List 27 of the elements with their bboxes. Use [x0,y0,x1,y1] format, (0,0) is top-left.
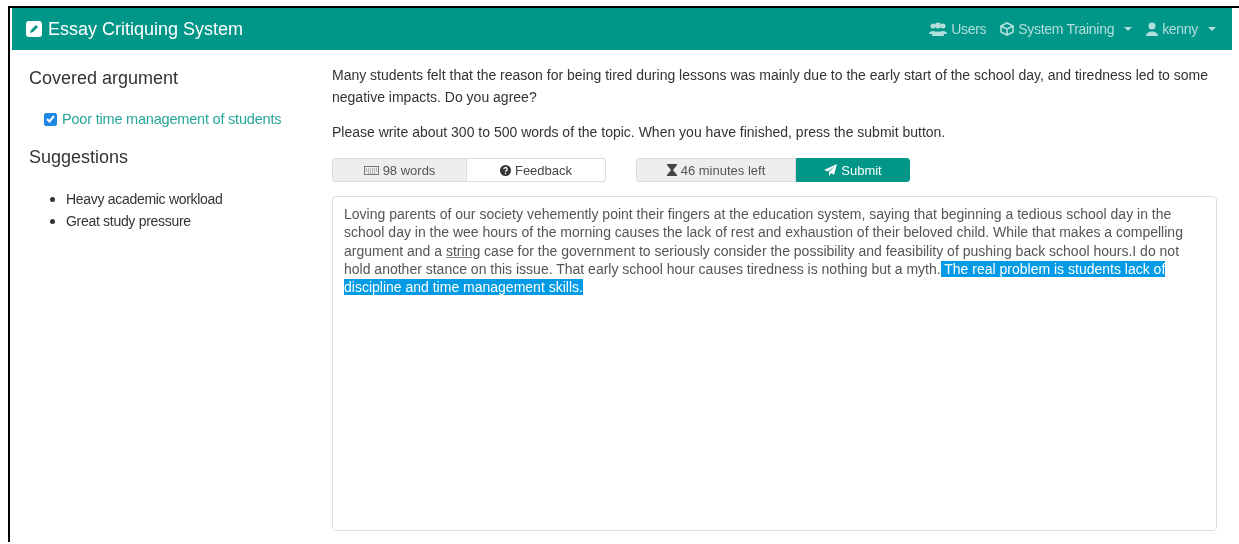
bullet-icon [50,196,55,202]
nav-link[interactable]: Users [929,21,987,37]
checkbox[interactable] [44,112,57,126]
question-icon [499,164,511,176]
nav-link[interactable]: kenny [1146,21,1216,37]
app-title[interactable]: Essay Critiquing System [48,18,244,40]
section-heading: Suggestions [29,147,130,168]
time-left: 46 minutes left [636,158,796,182]
users-icon [929,22,948,36]
edit-icon [26,21,42,37]
word-count: 98 words [332,158,467,182]
argument-label: Poor time management of students [62,111,282,127]
send-icon [824,164,838,176]
hourglass-icon [666,164,677,176]
suggestion-item: Great study pressure [66,212,191,231]
bullet-icon [50,218,55,224]
essay-question: Many students felt that the reason for being tired during lessons was mainly due to the early start of the school day, and tiredness led to some negative impacts. Do you agree? [332,66,1209,107]
feedback-button[interactable]: Feedback [467,158,606,182]
keyboard-icon [363,165,379,175]
section-heading: Covered argument [29,68,180,89]
user-icon [1146,22,1159,36]
submit-button[interactable]: Submit [796,158,910,182]
cube-icon [1000,22,1015,36]
essay-field[interactable]: Loving parents of our society vehemently point their fingers at the education system, saying that beginning a tedious school day in the school day in the wee hours of the morning causes the lack of rest and exhaustion of their beloved child. While that makes a compelling argument and a string case for the government to seriously consider the possibility and feasibility of pushing back school hours.I do not hold another stance on this issue. That early school hour causes tiredness is nothing but a myth. The real problem is students lack of discipline and time management skills. [332,196,1217,531]
nav-link[interactable]: System Training [1000,21,1133,37]
suggestion-item: Heavy academic workload [66,190,223,209]
instructions-text: Please write about 300 to 500 words of the topic. When you have finished, press the submit button. [332,123,947,142]
